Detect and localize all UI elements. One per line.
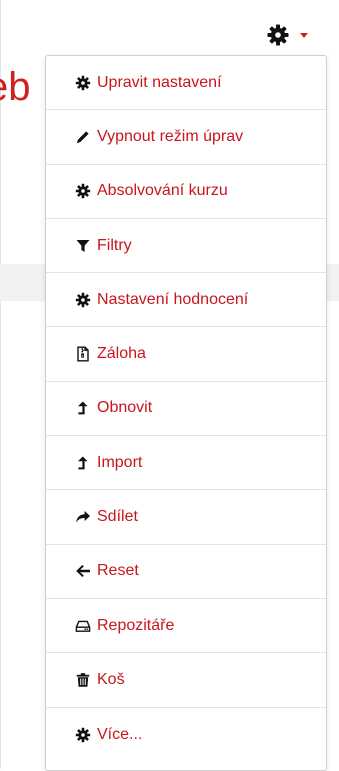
share-icon (74, 509, 91, 526)
settings-dropdown-menu: Upravit nastavení Vypnout režim úprav Abso… (45, 55, 327, 771)
menu-item-vypnout-rezim-uprav[interactable]: Vypnout režim úprav (46, 110, 326, 165)
menu-item-label: Vypnout režim úprav (97, 127, 244, 145)
file-archive-icon (74, 346, 91, 363)
settings-menu-toggle[interactable] (266, 20, 326, 50)
menu-item-vice[interactable]: Více... (46, 708, 326, 762)
gear-icon (74, 726, 91, 743)
gear-icon (74, 183, 91, 200)
menu-item-upravit-nastaveni[interactable]: Upravit nastavení (46, 56, 326, 111)
menu-item-absolvovani-kurzu[interactable]: Absolvování kurzu (46, 165, 326, 219)
menu-item-label: Více... (97, 725, 143, 743)
menu-item-reset[interactable]: Reset (46, 545, 326, 599)
menu-item-label: Repozitáře (97, 616, 175, 634)
menu-item-sdilet[interactable]: Sdílet (46, 490, 326, 545)
menu-item-repozitare[interactable]: Repozitáře (46, 599, 326, 654)
arrow-left-icon (74, 563, 91, 580)
page-left-border (0, 0, 1, 769)
menu-item-zaloha[interactable]: Záloha (46, 327, 326, 382)
filter-icon (74, 237, 91, 254)
chevron-down-icon (300, 32, 308, 38)
menu-item-label: Obnovit (97, 399, 153, 417)
page-title: eb (0, 65, 31, 109)
menu-item-label: Koš (97, 670, 125, 688)
menu-item-filtry[interactable]: Filtry (46, 219, 326, 274)
menu-item-label: Filtry (97, 236, 132, 254)
menu-item-nastaveni-hodnoceni[interactable]: Nastavení hodnocení (46, 273, 326, 328)
menu-item-label: Nastavení hodnocení (97, 290, 249, 308)
menu-item-label: Absolvování kurzu (97, 182, 228, 200)
menu-item-label: Import (97, 453, 143, 471)
menu-item-label: Sdílet (97, 508, 138, 526)
trash-icon (74, 671, 91, 688)
pencil-icon (74, 128, 91, 145)
gear-icon (74, 74, 91, 91)
menu-item-kos[interactable]: Koš (46, 653, 326, 708)
level-up-icon (74, 400, 91, 417)
menu-item-label: Upravit nastavení (97, 73, 222, 91)
hdd-icon (74, 617, 91, 634)
menu-item-label: Záloha (97, 345, 146, 363)
menu-item-obnovit[interactable]: Obnovit (46, 382, 326, 437)
menu-item-import[interactable]: Import (46, 436, 326, 491)
level-up-icon (74, 454, 91, 471)
gear-icon (267, 24, 289, 46)
menu-item-label: Reset (97, 562, 139, 580)
gear-icon (74, 291, 91, 308)
